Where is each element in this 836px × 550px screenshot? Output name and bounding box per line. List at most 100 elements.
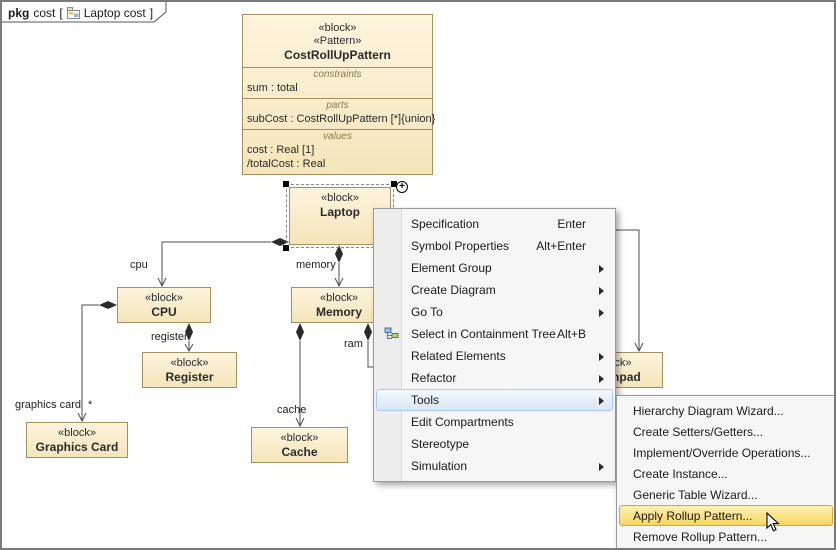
resize-handle[interactable] [283, 181, 289, 187]
block-cost-rollup-pattern[interactable]: «block» «Pattern» CostRollUpPattern cons… [242, 14, 433, 175]
menu-item-label: Implement/Override Operations... [633, 443, 810, 463]
stereotype-label: «block» [290, 188, 390, 205]
menu-item-stereotype[interactable]: Stereotype [376, 433, 613, 455]
block-name: CostRollUpPattern [243, 48, 432, 63]
menu-item-shortcut: Alt+B [557, 324, 586, 344]
block-name: Register [143, 370, 236, 385]
value-item: cost : Real [1] [243, 143, 432, 157]
tab-diagram-name: Laptop cost [84, 6, 146, 20]
block-cache[interactable]: «block» Cache [251, 427, 348, 463]
context-menu: Specification Enter Symbol Properties Al… [373, 208, 616, 482]
submenu-item-apply-rollup-pattern[interactable]: Apply Rollup Pattern... [619, 505, 833, 526]
menu-item-label: Symbol Properties [411, 236, 509, 256]
menu-item-label: Specification [411, 214, 479, 234]
diagram-tab: pkg cost [ Laptop cost ] [8, 4, 153, 21]
menu-item-label: Simulation [411, 456, 467, 476]
menu-item-label: Create Instance... [633, 464, 728, 484]
menu-item-label: Create Diagram [411, 280, 496, 300]
value-item: /totalCost : Real [243, 157, 432, 171]
edge-label-multiplicity[interactable]: * [88, 399, 92, 411]
edge-label-register[interactable]: register [151, 331, 188, 343]
connector-cpu-graphics-card[interactable] [78, 301, 117, 421]
connector-laptop-cpu[interactable] [158, 238, 289, 286]
diagram-canvas[interactable]: pkg cost [ Laptop cost ] [0, 0, 836, 550]
resize-handle[interactable] [283, 245, 289, 251]
stereotype-label: «block» [118, 288, 210, 305]
menu-item-label: Related Elements [411, 346, 506, 366]
block-cpu[interactable]: «block» CPU [117, 287, 211, 323]
menu-item-shortcut: Alt+Enter [536, 236, 586, 256]
stereotype-label: «block» [252, 428, 347, 445]
menu-item-specification[interactable]: Specification Enter [376, 213, 613, 235]
menu-item-label: Go To [411, 302, 443, 322]
menu-item-label: Element Group [411, 258, 492, 278]
tab-open-bracket: [ [59, 6, 62, 20]
edge-label-cpu[interactable]: cpu [130, 259, 148, 271]
submenu-item-hierarchy-diagram-wizard[interactable]: Hierarchy Diagram Wizard... [619, 400, 833, 421]
stereotype-label: «block» [27, 423, 127, 440]
submenu-arrow-icon [599, 353, 604, 361]
menu-item-go-to[interactable]: Go To [376, 301, 613, 323]
menu-item-select-in-containment-tree[interactable]: Select in Containment Tree Alt+B [376, 323, 613, 345]
submenu-item-remove-rollup-pattern[interactable]: Remove Rollup Pattern... [619, 526, 833, 547]
parts-compartment: parts subCost : CostRollUpPattern [*]{un… [243, 99, 432, 130]
block-register[interactable]: «block» Register [142, 352, 237, 388]
edge-label-ram[interactable]: ram [344, 338, 363, 350]
part-item: subCost : CostRollUpPattern [*]{union} [243, 112, 432, 126]
edge-label-graphics-card[interactable]: graphics card [15, 399, 81, 411]
menu-item-label: Tools [411, 390, 439, 410]
menu-item-label: Remove Rollup Pattern... [633, 527, 767, 547]
connector-laptop-memory[interactable] [335, 245, 343, 286]
menu-item-element-group[interactable]: Element Group [376, 257, 613, 279]
submenu-arrow-icon [599, 397, 604, 405]
block-name: CPU [118, 305, 210, 320]
stereotype-label: «block» [143, 353, 236, 370]
menu-item-shortcut: Enter [557, 214, 586, 234]
menu-item-label: Hierarchy Diagram Wizard... [633, 401, 784, 421]
menu-item-label: Stereotype [411, 434, 469, 454]
containment-tree-icon [384, 327, 399, 342]
submenu-item-create-setters-getters[interactable]: Create Setters/Getters... [619, 421, 833, 442]
menu-item-label: Apply Rollup Pattern... [633, 506, 752, 526]
smart-manipulator-plus-icon[interactable]: + [396, 181, 408, 193]
block-name: Graphics Card [27, 440, 127, 455]
block-name: Cache [252, 445, 347, 460]
tab-close-bracket: ] [150, 6, 153, 20]
edge-label-memory[interactable]: memory [296, 259, 336, 271]
menu-item-refactor[interactable]: Refactor [376, 367, 613, 389]
edge-label-cache[interactable]: cache [277, 404, 306, 416]
submenu-arrow-icon [599, 265, 604, 273]
values-compartment: values cost : Real [1] /totalCost : Real [243, 130, 432, 174]
menu-item-create-diagram[interactable]: Create Diagram [376, 279, 613, 301]
tab-context-name: cost [33, 6, 55, 20]
menu-item-label: Create Setters/Getters... [633, 422, 763, 442]
tools-submenu: Hierarchy Diagram Wizard... Create Sette… [616, 395, 836, 550]
submenu-arrow-icon [599, 287, 604, 295]
submenu-item-implement-override-operations[interactable]: Implement/Override Operations... [619, 442, 833, 463]
submenu-item-generic-table-wizard[interactable]: Generic Table Wizard... [619, 484, 833, 505]
menu-item-simulation[interactable]: Simulation [376, 455, 613, 477]
menu-item-tools[interactable]: Tools [376, 389, 613, 411]
mouse-cursor [766, 512, 781, 533]
menu-item-edit-compartments[interactable]: Edit Compartments [376, 411, 613, 433]
block-name: Memory [292, 305, 386, 320]
compartment-label: values [243, 131, 432, 143]
menu-item-label: Generic Table Wizard... [633, 485, 758, 505]
submenu-item-create-instance[interactable]: Create Instance... [619, 463, 833, 484]
block-graphics-card[interactable]: «block» Graphics Card [26, 422, 128, 458]
tab-keyword: pkg [8, 6, 29, 20]
submenu-arrow-icon [599, 375, 604, 383]
menu-item-label: Select in Containment Tree [411, 324, 556, 344]
menu-item-symbol-properties[interactable]: Symbol Properties Alt+Enter [376, 235, 613, 257]
menu-item-related-elements[interactable]: Related Elements [376, 345, 613, 367]
stereotype-label: «block» [292, 288, 386, 305]
compartment-label: constraints [243, 69, 432, 81]
block-header: «block» «Pattern» CostRollUpPattern [243, 15, 432, 68]
submenu-arrow-icon [599, 309, 604, 317]
diagram-type-icon [67, 7, 80, 19]
constraints-compartment: constraints sum : total [243, 68, 432, 99]
menu-item-label: Refactor [411, 368, 456, 388]
submenu-arrow-icon [599, 463, 604, 471]
compartment-label: parts [243, 100, 432, 112]
stereotype-label: «Pattern» [243, 35, 432, 48]
